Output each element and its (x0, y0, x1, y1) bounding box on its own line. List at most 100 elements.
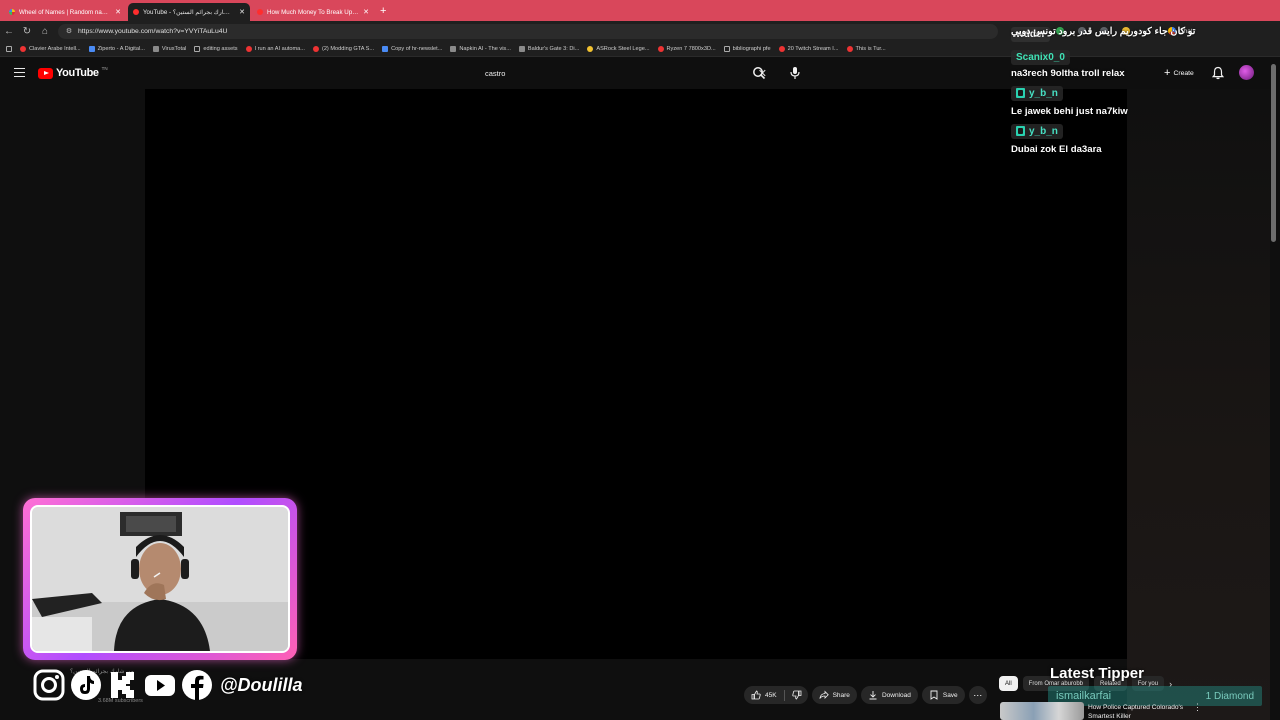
bookmark[interactable]: bibliographi pfe (723, 45, 771, 52)
chip-all[interactable]: All (999, 676, 1018, 691)
related-column (1127, 89, 1270, 720)
youtube-icon (133, 9, 139, 15)
site-info-icon[interactable]: ⚙ (64, 27, 74, 35)
related-video-title[interactable]: How Police Captured Colorado's Smartest … (1088, 703, 1198, 720)
subscriber-badge-icon (1016, 126, 1025, 136)
tab-break-up-money[interactable]: How Much Money To Break Up W... ✕ (252, 3, 374, 21)
bookmark-label: Clavier Arabe Intell... (29, 45, 81, 52)
bookmark[interactable]: Ryzen 7 7800x3D... (657, 45, 716, 52)
bookmark[interactable]: I run an AI automa... (245, 45, 305, 52)
wheel-icon (9, 9, 15, 15)
site-icon (587, 45, 594, 52)
latest-tipper-title: Latest Tipper (1050, 665, 1144, 682)
back-arrow-icon[interactable]: ← (4, 26, 14, 37)
close-icon[interactable]: ✕ (115, 8, 121, 16)
site-icon (245, 45, 252, 52)
tab-label: Wheel of Names | Random name picker (19, 8, 111, 16)
bookmark-label: 20 Twitch Stream I... (787, 45, 839, 52)
browser-tab-strip: Wheel of Names | Random name picker ✕ Yo… (0, 0, 1280, 21)
webcam-frame (23, 498, 297, 660)
like-count[interactable]: 45K (765, 692, 777, 699)
reload-icon[interactable]: ↻ (22, 26, 32, 37)
bookmark-label: I run an AI automa... (254, 45, 305, 52)
bookmark-label: Ziperto - A Digital... (97, 45, 145, 52)
bookmark[interactable]: editing assets (194, 45, 238, 52)
bookmark-label: This is Tur... (855, 45, 886, 52)
folder-icon (194, 45, 201, 52)
like-dislike-group: 45K (744, 686, 808, 704)
bookmark[interactable]: Clavier Arabe Intell... (20, 45, 81, 52)
chat-message: wdder تو كان جاء كودوريم رايس قدر برود ت… (1011, 24, 1280, 42)
bookmark-label: bibliographi pfe (732, 45, 771, 52)
url-bar[interactable]: ⚙ https://www.youtube.com/watch?v=YVYiTA… (58, 23, 998, 39)
bookmark-label: VirusTotal (161, 45, 187, 52)
bookmarks-toggle-icon[interactable] (6, 45, 12, 52)
bookmark[interactable]: This is Tur... (846, 45, 886, 52)
youtube-logo[interactable]: YouTube TN (38, 65, 108, 79)
video-actions: 45K Share Download Save ⋯ (744, 686, 987, 704)
save-playlist-icon (930, 690, 938, 700)
save-label: Save (942, 691, 958, 699)
close-icon[interactable]: ✕ (363, 8, 369, 16)
bookmark[interactable]: Ziperto - A Digital... (88, 45, 145, 52)
related-video-thumbnail[interactable] (1000, 702, 1084, 720)
chat-text: Le jawek behi just na7kiw (1011, 106, 1128, 117)
chat-message: Scanix0_0 na3rech 9oltha troll relax (1011, 47, 1280, 79)
url-text[interactable]: https://www.youtube.com/watch?v=YVYiTAuL… (78, 28, 227, 35)
bookmark-label: ASRock Steel Lege... (596, 45, 650, 52)
download-button[interactable]: Download (860, 686, 918, 704)
tipper-amount: 1 Diamond (1205, 690, 1254, 702)
streamer-handle: @Doulilla (220, 674, 303, 695)
chat-message: y_b_n Dubai zok El da3ara (1011, 123, 1280, 155)
tipper-username: ismailkarfai (1056, 690, 1112, 702)
bookmark-label: Napkin AI - The vis... (459, 45, 511, 52)
bookmark-label: Baldur's Gate 3: Di... (527, 45, 580, 52)
new-tab-button[interactable]: + (380, 5, 386, 17)
search-value[interactable]: castro (485, 69, 758, 78)
bookmark[interactable]: ASRock Steel Lege... (587, 45, 650, 52)
search-icon[interactable] (752, 66, 766, 80)
site-icon (88, 45, 95, 52)
tab-label: YouTube - من شارك بجرائم الستين؟ (143, 8, 236, 16)
chat-text: Dubai zok El da3ara (1011, 144, 1102, 155)
bookmark-label: Ryzen 7 7800x3D... (666, 45, 716, 52)
save-button[interactable]: Save (921, 686, 965, 704)
site-icon (382, 45, 389, 52)
download-label: Download (881, 691, 911, 699)
site-icon (518, 45, 525, 52)
search-input[interactable]: castro ✕ (477, 63, 775, 83)
youtube-icon (846, 45, 853, 52)
streamer-webcam-image (32, 507, 288, 651)
tab-youtube-video[interactable]: YouTube - من شارك بجرائم الستين؟ ✕ (128, 3, 250, 21)
download-icon (869, 691, 877, 700)
chat-username: y_b_n (1011, 85, 1063, 101)
bookmark[interactable]: 20 Twitch Stream I... (778, 45, 839, 52)
folder-icon (723, 45, 730, 52)
tab-label: How Much Money To Break Up W... (267, 8, 360, 16)
youtube-icon (312, 45, 319, 52)
thumbs-down-icon[interactable] (791, 690, 802, 700)
bookmark-label: (2) Modding GTA S... (321, 45, 375, 52)
stream-chat-overlay: wdder تو كان جاء كودوريم رايس قدر برود ت… (1011, 24, 1280, 161)
more-actions-icon[interactable]: ⋯ (968, 686, 987, 704)
youtube-icon (778, 45, 785, 52)
bookmark[interactable]: VirusTotal (152, 45, 187, 52)
thumbs-up-icon[interactable] (751, 690, 761, 700)
bookmark[interactable]: Baldur's Gate 3: Di... (518, 45, 580, 52)
chat-username-text: y_b_n (1029, 87, 1058, 99)
microphone-icon[interactable] (789, 66, 801, 80)
home-icon[interactable]: ⌂ (40, 26, 50, 37)
site-icon (20, 45, 26, 52)
close-icon[interactable]: ✕ (239, 8, 245, 16)
menu-icon[interactable] (14, 68, 25, 77)
bookmark[interactable]: (2) Modding GTA S... (312, 45, 375, 52)
logo-text: YouTube (56, 67, 99, 79)
country-code: TN (101, 65, 108, 71)
share-button[interactable]: Share (811, 686, 857, 704)
tab-wheel-of-names[interactable]: Wheel of Names | Random name picker ✕ (4, 3, 126, 21)
bookmark[interactable]: Napkin AI - The vis... (450, 45, 511, 52)
kebab-menu-icon[interactable]: ⋮ (1193, 702, 1202, 713)
chat-username-text: y_b_n (1029, 125, 1058, 137)
bookmark[interactable]: Copy of hr-newslet... (382, 45, 442, 52)
chat-username: y_b_n (1011, 123, 1063, 139)
